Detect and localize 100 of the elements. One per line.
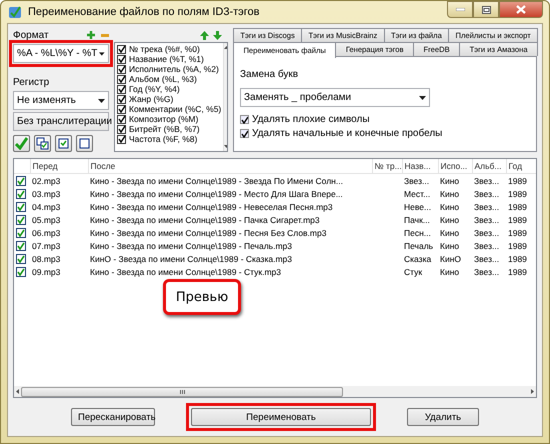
field-label: Исполнитель (%A, %2)	[129, 64, 219, 74]
table-cell-text: Кино	[439, 188, 460, 200]
checkbox[interactable]	[117, 104, 126, 114]
table-cell-text: 05.mp3	[31, 214, 62, 226]
checkbox[interactable]	[117, 44, 126, 54]
column-header[interactable]: Назв...	[402, 159, 438, 174]
window-title: Переименование файлов по полям ID3-тэгов	[28, 6, 260, 18]
table-cell: 02.mp3	[30, 174, 88, 187]
table-cell-text: Звез...	[473, 214, 500, 226]
table-cell-text: 1989	[507, 240, 528, 252]
table-cell-text: Кино - Звезда по имени Солнце\1989 - Печаль.mp3	[89, 240, 293, 252]
column-header[interactable]: Альб...	[472, 159, 506, 174]
checked-box-icon	[57, 137, 70, 150]
replace-dropdown[interactable]: Заменять _ пробелами	[240, 88, 430, 107]
checkbox[interactable]	[240, 129, 249, 138]
field-label: Битрейт (%B, %7)	[129, 124, 200, 134]
column-header[interactable]: Испо...	[438, 159, 472, 174]
preview-callout: Превью	[163, 279, 241, 315]
close-icon	[516, 5, 526, 14]
table-cell-text: 08.mp3	[31, 252, 62, 265]
checkbox[interactable]	[117, 54, 126, 64]
checkbox[interactable]	[117, 84, 126, 94]
field-label: Название (%T, %1)	[129, 54, 204, 64]
column-header[interactable]: Год	[506, 159, 536, 174]
table-cell: 1989	[506, 174, 536, 187]
checkbox[interactable]	[117, 124, 126, 134]
table-cell-text: 1989	[507, 188, 528, 200]
table-cell-text: Песн...	[403, 226, 432, 239]
table-cell-text: Сказка	[403, 252, 432, 265]
up-arrow-icon[interactable]	[200, 30, 209, 40]
grip-icon	[180, 390, 184, 394]
checkbox[interactable]	[117, 134, 126, 144]
checked-box-button[interactable]	[55, 135, 72, 152]
checkbox[interactable]	[117, 114, 126, 124]
checkbox[interactable]	[16, 240, 26, 250]
table-cell-text: 09.mp3	[31, 266, 62, 278]
checkbox[interactable]	[16, 254, 26, 264]
table-cell-text: 1989	[507, 252, 528, 265]
plus-icon[interactable]	[87, 31, 95, 39]
table-cell-text: 1989	[507, 214, 528, 226]
swap-boxes-button[interactable]	[34, 135, 51, 152]
checkbox[interactable]	[16, 214, 26, 224]
checkbox[interactable]	[16, 188, 26, 198]
minimize-button[interactable]	[447, 1, 473, 18]
replace-label: Замена букв	[240, 69, 300, 82]
table-cell-text: 04.mp3	[31, 200, 62, 213]
register-label: Регистр	[13, 77, 50, 89]
maximize-button[interactable]	[473, 1, 499, 18]
table-cell-text: Кино - Звезда по имени Солнце\1989 - Пачка Сигарет.mp3	[89, 214, 321, 226]
swap-boxes-icon	[36, 137, 49, 150]
checkbox[interactable]	[240, 115, 249, 124]
field-label: Частота (%F, %8)	[129, 134, 198, 144]
checkbox[interactable]	[117, 64, 126, 74]
table-cell-text: 06.mp3	[31, 226, 62, 239]
field-label: Жанр (%G)	[129, 94, 174, 104]
format-dropdown[interactable]: %A - %L\%Y - %T	[13, 44, 109, 63]
field-label: Комментарии (%C, %5)	[129, 104, 222, 114]
scrollbar[interactable]	[14, 386, 536, 397]
column-header[interactable]: После	[88, 159, 372, 174]
field-label: Композитор (%M)	[129, 114, 198, 124]
table-cell-text: КинО - Звезда по имени Солнце\1989 - Сказка.mp3	[89, 252, 293, 265]
checkbox[interactable]	[16, 228, 26, 238]
table-cell-text: Кино	[439, 266, 460, 278]
table-cell-text: 1989	[507, 266, 528, 278]
option-label: Удалять плохие символы	[252, 114, 370, 125]
checkmark-icon	[15, 137, 28, 150]
empty-box-button[interactable]	[76, 135, 93, 152]
empty-box-icon	[78, 137, 91, 150]
checkbox[interactable]	[16, 176, 26, 186]
checkbox[interactable]	[117, 74, 126, 84]
column-header[interactable]: № тр...	[372, 159, 402, 174]
table-cell-text: Кино	[439, 200, 460, 213]
checkmark-button[interactable]	[13, 135, 30, 152]
transliteration-dropdown[interactable]: Без транслитерации	[13, 112, 109, 131]
button[interactable]: Переименовать	[191, 408, 371, 426]
table-cell-text: КинО	[439, 252, 462, 265]
field-label: № трека (%#, %0)	[129, 44, 200, 54]
checkbox[interactable]	[16, 266, 26, 276]
button[interactable]: Пересканировать	[71, 408, 155, 426]
table-cell: Звез...	[472, 174, 506, 187]
caret-icon	[99, 52, 105, 56]
table-cell-text: Кино	[439, 214, 460, 226]
table-cell-text: Кино - Звезда по имени Солнце\1989 - Невеселая Песня.mp3	[89, 200, 334, 213]
table-cell-text: Мест...	[403, 188, 432, 200]
checkbox[interactable]	[16, 202, 26, 212]
right-arrow-icon	[531, 389, 534, 394]
down-arrow-icon[interactable]	[213, 30, 222, 40]
table-cell-text: Звез...	[473, 226, 500, 239]
table-cell-text: Кино - Звезда по имени Солнце\1989 - Стук.mp3	[89, 266, 282, 278]
case-dropdown[interactable]: Не изменять	[13, 91, 109, 110]
minimize-icon	[456, 8, 464, 11]
close-button[interactable]	[499, 1, 543, 18]
format-label: Формат	[13, 30, 50, 40]
field-label: Альбом (%L, %3)	[129, 74, 197, 84]
table-cell-text: Пачк...	[403, 214, 431, 226]
checkbox[interactable]	[117, 94, 126, 104]
button[interactable]: Удалить	[407, 408, 479, 426]
column-header[interactable]: Перед	[30, 159, 88, 174]
table-cell-text: Кино	[439, 226, 460, 239]
caret-icon	[98, 98, 105, 102]
